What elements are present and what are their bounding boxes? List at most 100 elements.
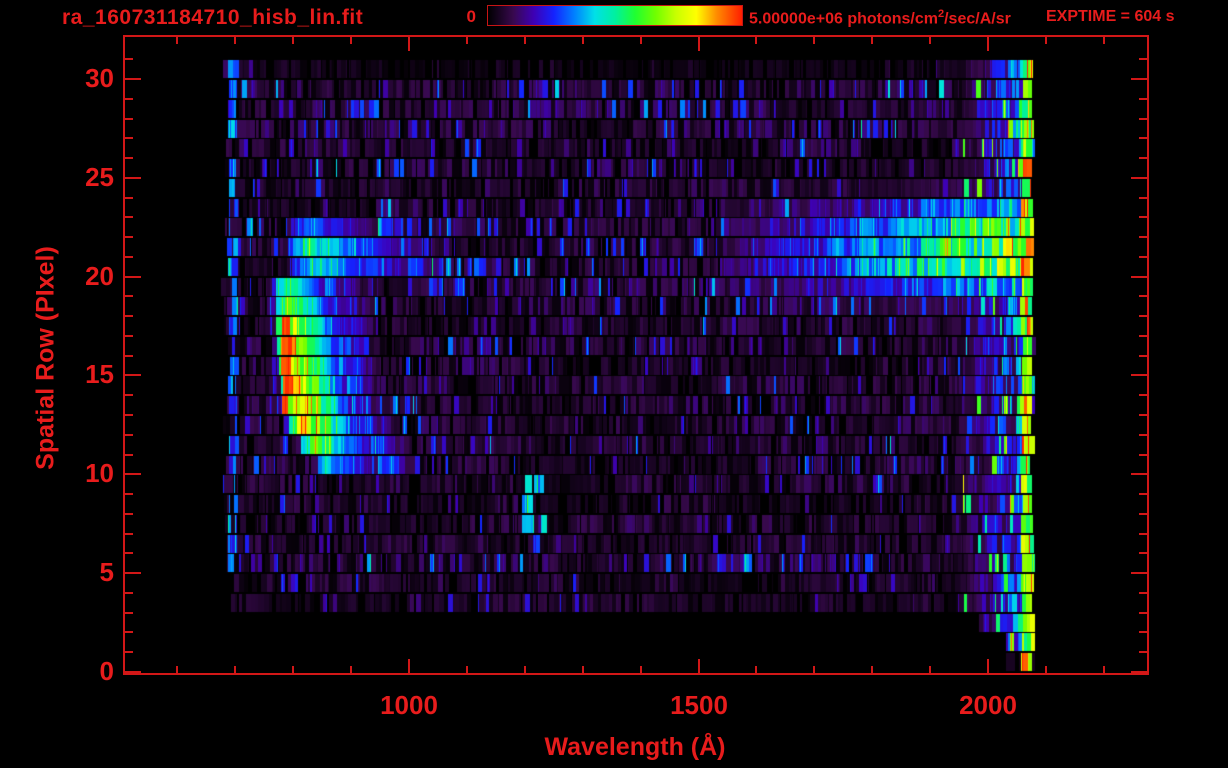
tick-mark [1045, 666, 1047, 673]
tick-mark [1131, 276, 1147, 278]
tick-mark [125, 98, 133, 100]
tick-mark [1139, 137, 1147, 139]
tick-mark [1139, 355, 1147, 357]
tick-mark [125, 374, 141, 376]
tick-mark [1139, 434, 1147, 436]
tick-mark [1139, 58, 1147, 60]
tick-mark [125, 394, 133, 396]
tick-mark [125, 118, 133, 120]
tick-mark [125, 434, 133, 436]
tick-mark [582, 666, 584, 673]
tick-mark [350, 37, 352, 44]
tick-mark [1139, 651, 1147, 653]
tick-mark [987, 37, 989, 51]
tick-mark [125, 473, 141, 475]
y-tick-label: 25 [85, 162, 114, 192]
y-tick-label: 0 [99, 656, 114, 686]
tick-mark [1139, 631, 1147, 633]
tick-mark [582, 37, 584, 44]
tick-mark [1131, 374, 1147, 376]
tick-mark [125, 552, 133, 554]
tick-mark [125, 58, 133, 60]
x-tick-label: 1000 [380, 690, 438, 720]
tick-mark [125, 355, 133, 357]
tick-mark [987, 659, 989, 673]
tick-mark [929, 666, 931, 673]
tick-mark [408, 37, 410, 51]
tick-mark [1139, 157, 1147, 159]
tick-mark [1103, 37, 1105, 44]
tick-mark [125, 493, 133, 495]
tick-mark [524, 666, 526, 673]
tick-mark [1139, 256, 1147, 258]
tick-mark [125, 671, 141, 673]
colorbar-max-value: 5.00000e+06 [749, 10, 843, 28]
tick-mark [813, 37, 815, 44]
tick-mark [1131, 572, 1147, 574]
tick-mark [871, 37, 873, 44]
tick-mark [1139, 454, 1147, 456]
tick-mark [871, 666, 873, 673]
tick-mark [1131, 177, 1147, 179]
tick-mark [125, 631, 133, 633]
tick-mark [466, 666, 468, 673]
tick-mark [1139, 295, 1147, 297]
flux-units-suffix: /sec/A/sr [944, 10, 1011, 28]
tick-mark [813, 666, 815, 673]
y-tick-label: 5 [99, 557, 114, 587]
tick-mark [408, 659, 410, 673]
tick-mark [1139, 118, 1147, 120]
tick-mark [125, 137, 133, 139]
tick-mark [234, 666, 236, 673]
tick-mark [125, 315, 133, 317]
tick-mark [125, 78, 141, 80]
tick-mark [1103, 666, 1105, 673]
tick-mark [640, 37, 642, 44]
file-title: ra_160731184710_hisb_lin.fit [62, 6, 364, 29]
x-tick-label: 2000 [959, 690, 1017, 720]
tick-mark [1139, 315, 1147, 317]
tick-mark [125, 236, 133, 238]
tick-mark [1131, 473, 1147, 475]
tick-mark [1131, 671, 1147, 673]
tick-mark [1139, 493, 1147, 495]
tick-mark [125, 651, 133, 653]
tick-mark [125, 454, 133, 456]
tick-mark [125, 612, 133, 614]
tick-mark [292, 666, 294, 673]
tick-mark [292, 37, 294, 44]
x-axis-label: Wavelength (Å) [544, 733, 726, 761]
tick-mark [1139, 612, 1147, 614]
tick-mark [1045, 37, 1047, 44]
tick-mark [176, 666, 178, 673]
tick-mark [125, 197, 133, 199]
tick-mark [1139, 216, 1147, 218]
y-axis-label: Spatial Row (PIxel) [31, 246, 60, 470]
tick-mark [234, 37, 236, 44]
tick-mark [1139, 552, 1147, 554]
tick-mark [755, 37, 757, 44]
colorbar-min-label: 0 [466, 7, 476, 26]
spectrum-heatmap [125, 37, 1146, 672]
tick-mark [125, 177, 141, 179]
tick-mark [125, 513, 133, 515]
tick-mark [176, 37, 178, 44]
tick-mark [1139, 98, 1147, 100]
tick-mark [1139, 197, 1147, 199]
tick-mark [1139, 513, 1147, 515]
tick-mark [125, 572, 141, 574]
colorbar [487, 5, 743, 26]
tick-mark [698, 659, 700, 673]
tick-mark [524, 37, 526, 44]
flux-units-prefix: photons/cm [842, 10, 938, 28]
tick-mark [1139, 592, 1147, 594]
tick-mark [125, 216, 133, 218]
tick-mark [1131, 78, 1147, 80]
tick-mark [1139, 414, 1147, 416]
tick-mark [125, 276, 141, 278]
tick-mark [125, 414, 133, 416]
colorbar-max-label: 5.00000e+06 photons/cm2/sec/A/sr [749, 8, 1011, 28]
tick-mark [125, 157, 133, 159]
tick-mark [125, 335, 133, 337]
tick-mark [125, 533, 133, 535]
